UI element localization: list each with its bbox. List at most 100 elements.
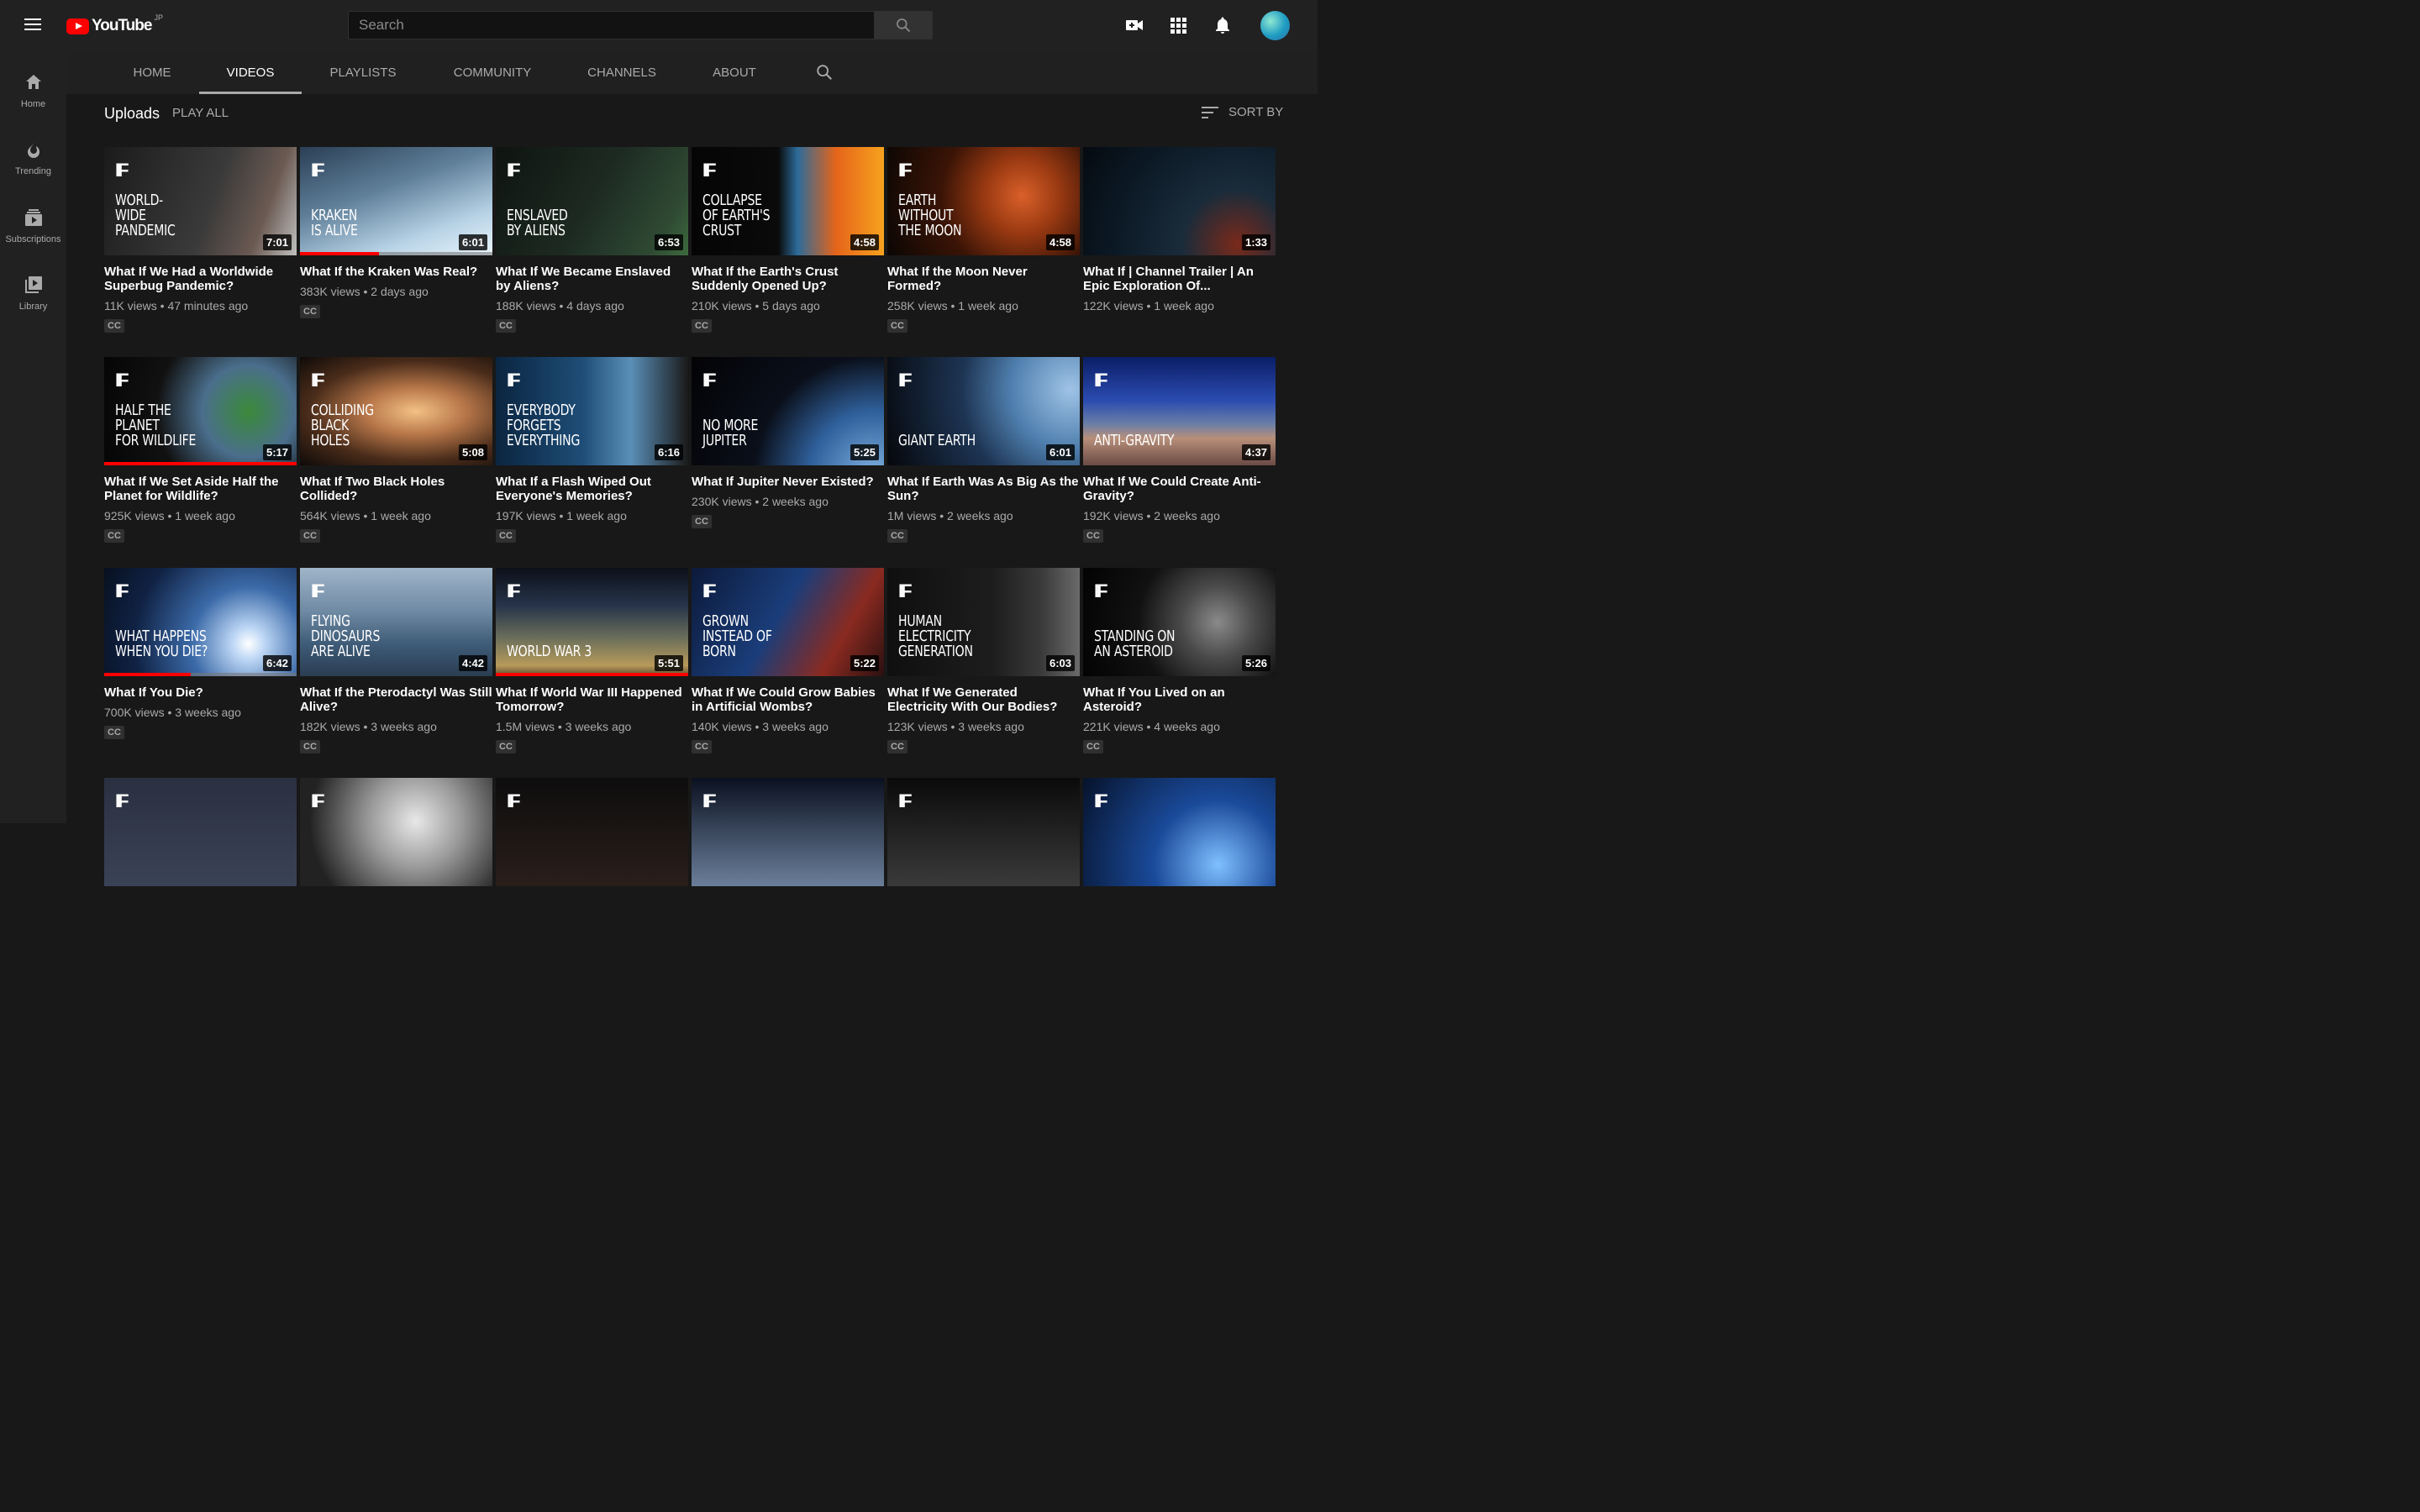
notifications-icon[interactable] xyxy=(1213,15,1233,35)
video-thumbnail[interactable]: 1:33 xyxy=(1083,147,1276,255)
tab-community[interactable]: COMMUNITY xyxy=(436,50,549,94)
thumbnail-logo: IF xyxy=(115,580,129,601)
video-title[interactable]: What If | Channel Trailer | An Epic Expl… xyxy=(1083,265,1276,293)
video-card[interactable]: IF FLYING DINOSAURS ARE ALIVE 4:42 What If … xyxy=(300,568,492,753)
video-card[interactable]: IF WORLD WAR 3 5:51 What If World War III H… xyxy=(496,568,688,753)
video-title[interactable]: What If World War III Happened Tomorrow? xyxy=(496,685,688,714)
video-title[interactable]: What If a Flash Wiped Out Everyone's Mem… xyxy=(496,475,688,503)
video-thumbnail[interactable]: IF xyxy=(887,778,1080,886)
video-thumbnail[interactable]: IF xyxy=(692,778,884,886)
search-input[interactable] xyxy=(349,12,874,39)
menu-icon[interactable] xyxy=(18,15,47,35)
video-card[interactable]: IF HUMAN ELECTRICITY GENERATION 6:03 What I… xyxy=(887,568,1080,753)
thumbnail-title: COLLIDING BLACK HOLES xyxy=(311,402,374,449)
youtube-logo[interactable]: YouTube JP xyxy=(66,13,163,35)
subscriptions-icon xyxy=(24,209,42,226)
video-title[interactable]: What If We Had a Worldwide Superbug Pand… xyxy=(104,265,297,293)
duration-badge: 1:33 xyxy=(1241,234,1270,250)
video-thumbnail[interactable]: IF xyxy=(1083,778,1276,886)
apps-icon[interactable] xyxy=(1168,15,1188,35)
sort-by-button[interactable]: SORT BY xyxy=(1202,105,1283,119)
video-title[interactable]: What If We Could Grow Babies in Artifici… xyxy=(692,685,884,714)
video-thumbnail[interactable]: IF GROWN INSTEAD OF BORN 5:22 xyxy=(692,568,884,676)
video-card[interactable]: IF HALF THE PLANET FOR WILDLIFE 5:17 What I… xyxy=(104,357,297,543)
tab-home[interactable]: HOME xyxy=(115,50,189,94)
video-thumbnail[interactable]: IF xyxy=(300,778,492,886)
duration-badge: 6:03 xyxy=(1045,655,1075,671)
video-title[interactable]: What If We Could Create Anti-Gravity? xyxy=(1083,475,1276,503)
sidebar-item-subscriptions[interactable]: Subscriptions xyxy=(0,196,66,258)
cc-badge: CC xyxy=(887,319,908,333)
video-title[interactable]: What If You Lived on an Asteroid? xyxy=(1083,685,1276,714)
video-card[interactable]: IF xyxy=(496,778,688,886)
video-thumbnail[interactable]: IF WORLD- WIDE PANDEMIC 7:01 xyxy=(104,147,297,255)
video-thumbnail[interactable]: IF COLLIDING BLACK HOLES 5:08 xyxy=(300,357,492,465)
thumbnail-title: NO MORE JUPITER xyxy=(702,417,759,449)
video-title[interactable]: What If You Die? xyxy=(104,685,297,700)
video-thumbnail[interactable]: IF NO MORE JUPITER 5:25 xyxy=(692,357,884,465)
play-all-button[interactable]: PLAY ALL xyxy=(172,106,229,120)
video-thumbnail[interactable]: IF EVERYBODY FORGETS EVERYTHING 6:16 xyxy=(496,357,688,465)
tab-about[interactable]: ABOUT xyxy=(695,50,774,94)
video-card[interactable]: IF xyxy=(104,778,297,886)
tab-channels[interactable]: CHANNELS xyxy=(571,50,673,94)
video-card[interactable]: IF STANDING ON AN ASTEROID 5:26 What If You… xyxy=(1083,568,1276,753)
video-metadata: 221K views • 4 weeks ago xyxy=(1083,720,1220,733)
video-card[interactable]: IF EARTH WITHOUT THE MOON 4:58 What If the … xyxy=(887,147,1080,333)
video-thumbnail[interactable]: IF KRAKEN IS ALIVE 6:01 xyxy=(300,147,492,255)
video-title[interactable]: What If Jupiter Never Existed? xyxy=(692,475,884,489)
video-card[interactable]: IF GIANT EARTH 6:01 What If Earth Was As Bi… xyxy=(887,357,1080,543)
video-card[interactable]: IF WHAT HAPPENS WHEN YOU DIE? 6:42 What If … xyxy=(104,568,297,739)
video-thumbnail[interactable]: IF xyxy=(104,778,297,886)
video-metadata: 1M views • 2 weeks ago xyxy=(887,509,1013,522)
video-title[interactable]: What If the Pterodactyl Was Still Alive? xyxy=(300,685,492,714)
video-thumbnail[interactable]: IF xyxy=(496,778,688,886)
video-card[interactable]: IF xyxy=(300,778,492,886)
video-card[interactable]: IF KRAKEN IS ALIVE 6:01 What If the Kraken … xyxy=(300,147,492,318)
duration-badge: 6:01 xyxy=(1045,444,1075,460)
video-card[interactable]: IF ANTI-GRAVITY 4:37 What If We Could Creat… xyxy=(1083,357,1276,543)
video-title[interactable]: What If the Moon Never Formed? xyxy=(887,265,1080,293)
video-title[interactable]: What If We Generated Electricity With Ou… xyxy=(887,685,1080,714)
video-card[interactable]: IF ENSLAVED BY ALIENS 6:53 What If We Becam… xyxy=(496,147,688,333)
search-button[interactable] xyxy=(874,11,933,39)
video-card[interactable]: IF xyxy=(692,778,884,886)
video-card[interactable]: IF COLLAPSE OF EARTH'S CRUST 4:58 What If t… xyxy=(692,147,884,333)
channel-search-icon[interactable] xyxy=(815,63,834,81)
video-title[interactable]: What If Earth Was As Big As the Sun? xyxy=(887,475,1080,503)
video-card[interactable]: IF GROWN INSTEAD OF BORN 5:22 What If We Co… xyxy=(692,568,884,753)
tab-playlists[interactable]: PLAYLISTS xyxy=(312,50,414,94)
video-thumbnail[interactable]: IF FLYING DINOSAURS ARE ALIVE 4:42 xyxy=(300,568,492,676)
video-title[interactable]: What If We Set Aside Half the Planet for… xyxy=(104,475,297,503)
video-card[interactable]: IF EVERYBODY FORGETS EVERYTHING 6:16 What I… xyxy=(496,357,688,543)
cc-badge: CC xyxy=(1083,740,1103,753)
video-thumbnail[interactable]: IF COLLAPSE OF EARTH'S CRUST 4:58 xyxy=(692,147,884,255)
video-thumbnail[interactable]: IF ENSLAVED BY ALIENS 6:53 xyxy=(496,147,688,255)
video-card[interactable]: IF xyxy=(887,778,1080,886)
video-thumbnail[interactable]: IF ANTI-GRAVITY 4:37 xyxy=(1083,357,1276,465)
video-thumbnail[interactable]: IF WORLD WAR 3 5:51 xyxy=(496,568,688,676)
video-thumbnail[interactable]: IF WHAT HAPPENS WHEN YOU DIE? 6:42 xyxy=(104,568,297,676)
video-card[interactable]: 1:33 What If | Channel Trailer | An Epic … xyxy=(1083,147,1276,312)
video-title[interactable]: What If the Earth's Crust Suddenly Opene… xyxy=(692,265,884,293)
tab-videos[interactable]: VIDEOS xyxy=(199,50,302,94)
video-thumbnail[interactable]: IF STANDING ON AN ASTEROID 5:26 xyxy=(1083,568,1276,676)
video-thumbnail[interactable]: IF EARTH WITHOUT THE MOON 4:58 xyxy=(887,147,1080,255)
sidebar-item-library[interactable]: Library xyxy=(0,263,66,325)
video-card[interactable]: IF COLLIDING BLACK HOLES 5:08 What If Two B… xyxy=(300,357,492,543)
video-card[interactable]: IF WORLD- WIDE PANDEMIC 7:01 What If We Had… xyxy=(104,147,297,333)
avatar[interactable] xyxy=(1260,11,1290,40)
video-thumbnail[interactable]: IF HALF THE PLANET FOR WILDLIFE 5:17 xyxy=(104,357,297,465)
watch-progress-bar xyxy=(496,673,688,676)
sidebar-item-trending[interactable]: Trending xyxy=(0,128,66,190)
video-title[interactable]: What If the Kraken Was Real? xyxy=(300,265,492,279)
create-video-icon[interactable] xyxy=(1124,15,1144,35)
sidebar-item-home[interactable]: Home xyxy=(0,60,66,123)
video-thumbnail[interactable]: IF GIANT EARTH 6:01 xyxy=(887,357,1080,465)
video-metadata: 197K views • 1 week ago xyxy=(496,509,627,522)
video-card[interactable]: IF NO MORE JUPITER 5:25 What If Jupiter Nev… xyxy=(692,357,884,528)
video-card[interactable]: IF xyxy=(1083,778,1276,886)
video-thumbnail[interactable]: IF HUMAN ELECTRICITY GENERATION 6:03 xyxy=(887,568,1080,676)
video-title[interactable]: What If We Became Enslaved by Aliens? xyxy=(496,265,688,293)
video-title[interactable]: What If Two Black Holes Collided? xyxy=(300,475,492,503)
